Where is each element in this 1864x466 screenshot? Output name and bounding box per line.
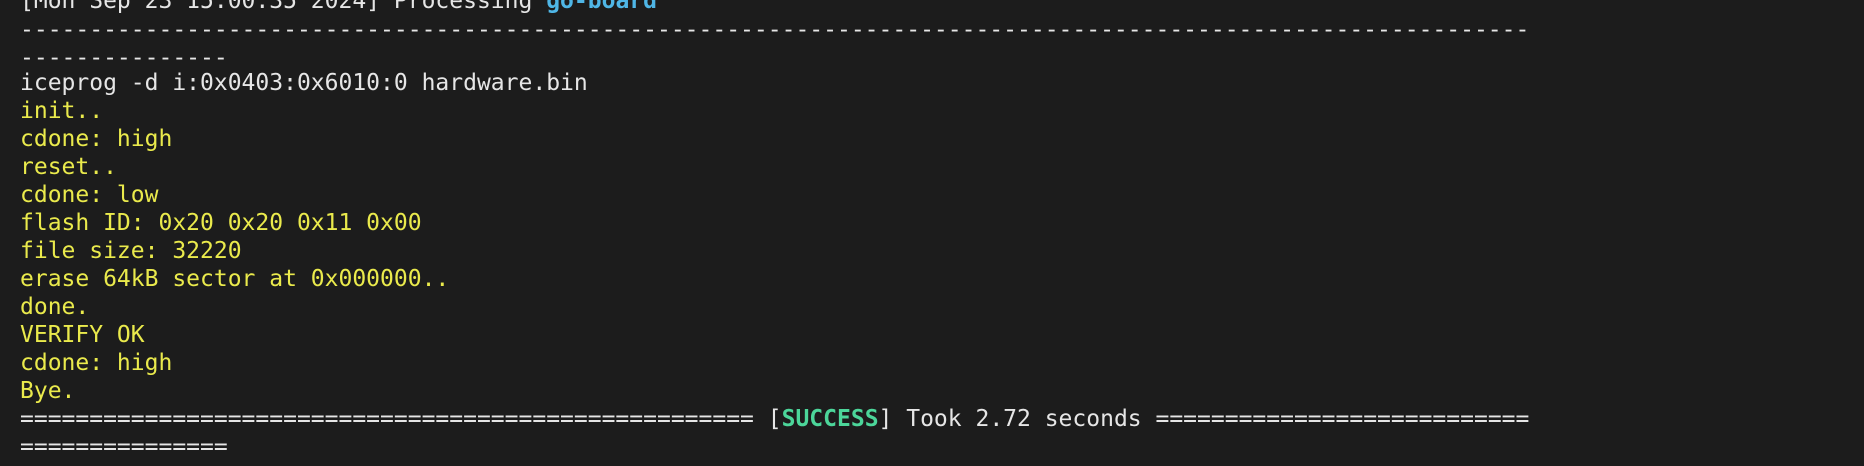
output-line: done. — [20, 294, 90, 320]
header-line: [Mon Sep 23 15:00:35 2024] Processing go… — [20, 0, 657, 15]
rule-line-continuation: --------------- — [20, 45, 228, 71]
output-line: flash ID: 0x20 0x20 0x11 0x00 — [20, 210, 422, 236]
summary-line: ========================================… — [20, 405, 1530, 433]
output-line: cdone: high — [20, 350, 173, 376]
output-line: file size: 32220 — [20, 238, 242, 264]
success-status: SUCCESS — [781, 406, 879, 432]
summary-right: ] Took 2.72 seconds ====================… — [878, 406, 1530, 432]
output-line: reset.. — [20, 154, 117, 180]
header-target: go-board — [546, 0, 657, 14]
header-prefix: [Mon Sep 23 15:00:35 2024] Processing — [20, 0, 547, 14]
rule-line: ----------------------------------------… — [20, 17, 1530, 43]
output-line: VERIFY OK — [20, 322, 145, 348]
summary-left: ========================================… — [20, 406, 782, 432]
output-line: Bye. — [20, 378, 76, 404]
output-line: cdone: low — [20, 182, 159, 208]
output-line: init.. — [20, 98, 104, 124]
output-line: erase 64kB sector at 0x000000.. — [20, 266, 450, 292]
command-line: iceprog -d i:0x0403:0x6010:0 hardware.bi… — [20, 70, 588, 96]
summary-line-continuation: =============== — [20, 434, 228, 460]
terminal-window[interactable]: [Mon Sep 23 15:00:35 2024] Processing go… — [0, 0, 1864, 466]
output-line: cdone: high — [20, 126, 173, 152]
